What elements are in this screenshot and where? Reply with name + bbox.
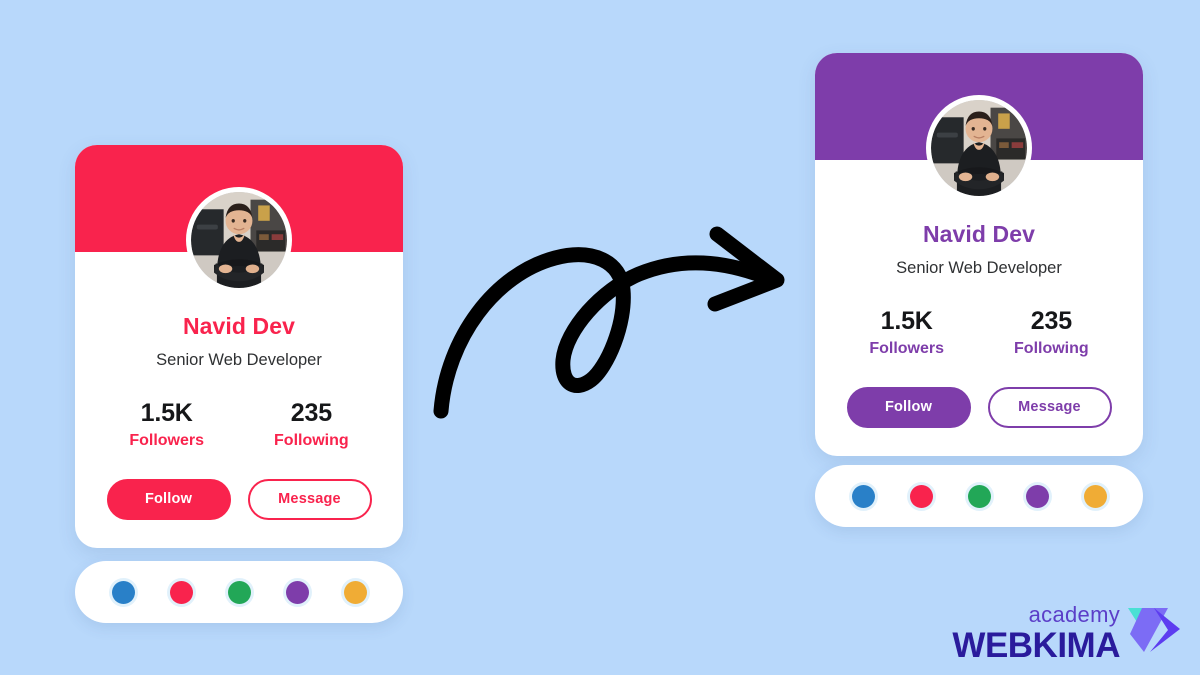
- swatch-red[interactable]: [169, 580, 193, 604]
- stat-value: 1.5K: [140, 399, 193, 428]
- card-body: Navid Dev Senior Web Developer 1.5K Foll…: [75, 252, 403, 548]
- color-swatch-bar: [75, 561, 403, 623]
- card-header-banner: [815, 53, 1143, 201]
- stat-label: Following: [274, 432, 349, 450]
- stat-following[interactable]: 235 Following: [1014, 308, 1089, 358]
- stat-followers[interactable]: 1.5K Followers: [129, 400, 204, 450]
- avatar-image: [931, 100, 1027, 196]
- profile-role: Senior Web Developer: [896, 259, 1062, 278]
- stat-label: Following: [1014, 340, 1089, 358]
- avatar: [186, 187, 292, 293]
- swatch-orange[interactable]: [1083, 484, 1107, 508]
- stats-row: 1.5K Followers 235 Following: [101, 400, 377, 450]
- follow-button[interactable]: Follow: [106, 478, 231, 520]
- message-button[interactable]: Message: [247, 478, 372, 520]
- stats-row: 1.5K Followers 235 Following: [841, 308, 1117, 358]
- stat-label: Followers: [129, 432, 205, 450]
- swatch-green[interactable]: [227, 580, 251, 604]
- swatch-blue[interactable]: [851, 484, 875, 508]
- card-actions: Follow Message: [101, 478, 377, 520]
- stat-value: 1.5K: [880, 307, 933, 336]
- swatch-blue[interactable]: [111, 580, 135, 604]
- profile-card-purple: Navid Dev Senior Web Developer 1.5K Foll…: [815, 53, 1143, 456]
- logo-wordmark: academy WEBKIMA: [952, 602, 1120, 665]
- color-swatch-bar: [815, 465, 1143, 527]
- stat-value: 235: [290, 399, 332, 428]
- card-actions: Follow Message: [841, 386, 1117, 428]
- stat-followers[interactable]: 1.5K Followers: [869, 308, 944, 358]
- avatar: [926, 95, 1032, 201]
- logo-academy-text: academy: [1028, 602, 1120, 627]
- canvas: Navid Dev Senior Web Developer 1.5K Foll…: [0, 0, 1200, 675]
- stat-value: 235: [1030, 307, 1072, 336]
- profile-name: Navid Dev: [922, 221, 1036, 247]
- profile-role: Senior Web Developer: [156, 351, 322, 370]
- profile-card-red: Navid Dev Senior Web Developer 1.5K Foll…: [75, 145, 403, 548]
- avatar-image: [191, 192, 287, 288]
- webkima-academy-logo: academy WEBKIMA: [952, 604, 1182, 663]
- logo-brand-text: WEBKIMA: [952, 626, 1120, 665]
- logo-arrow-mark: [1124, 604, 1182, 661]
- swatch-purple[interactable]: [285, 580, 309, 604]
- card-header-banner: [75, 145, 403, 293]
- swatch-red[interactable]: [909, 484, 933, 508]
- swatch-green[interactable]: [967, 484, 991, 508]
- stat-label: Followers: [869, 340, 945, 358]
- card-body: Navid Dev Senior Web Developer 1.5K Foll…: [815, 160, 1143, 456]
- follow-button[interactable]: Follow: [846, 386, 971, 428]
- curved-arrow-right-icon: [425, 218, 805, 428]
- message-button[interactable]: Message: [987, 386, 1112, 428]
- profile-name: Navid Dev: [182, 313, 296, 339]
- swatch-purple[interactable]: [1025, 484, 1049, 508]
- stat-following[interactable]: 235 Following: [274, 400, 349, 450]
- swatch-orange[interactable]: [343, 580, 367, 604]
